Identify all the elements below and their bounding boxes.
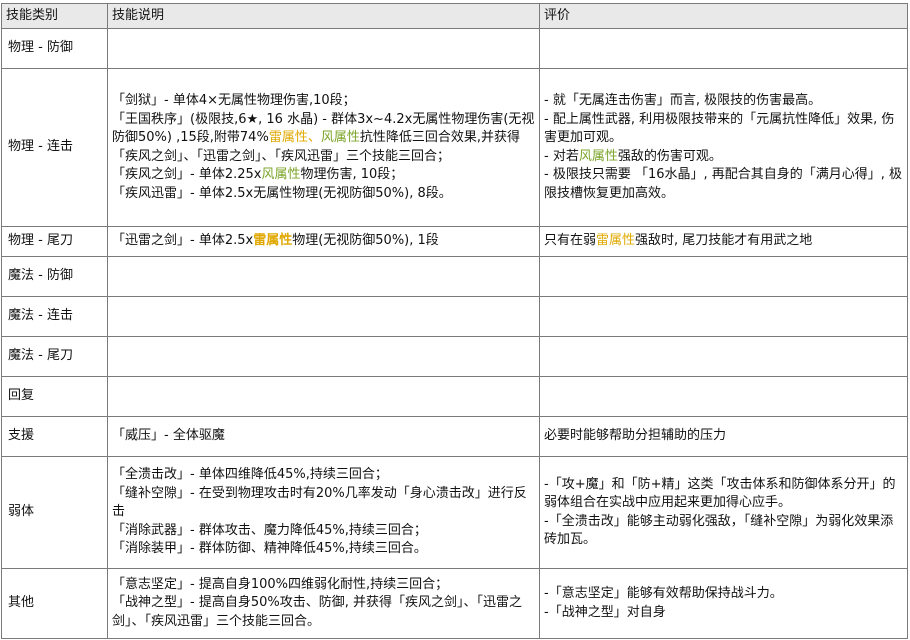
table-row: 物理 - 尾刀 「迅雷之剑」- 单体2.5x雷属性物理(无视防御50%), 1段… <box>1 226 908 257</box>
eval-text: 强敌时, 尾刀技能才有用武之地 <box>635 233 813 249</box>
eval-line: -「意志坚定」能够有效帮助保持战斗力。 <box>544 586 783 601</box>
table-row: 物理 - 连击 「剑狱」- 单体4×无属性物理伤害,10段； 「王国秩序」(极限… <box>1 68 908 227</box>
category-cell: 物理 - 尾刀 <box>1 226 108 257</box>
table-row: 魔法 - 连击 <box>1 296 908 337</box>
header-description: 技能说明 <box>107 3 540 29</box>
evaluation-cell <box>539 296 908 337</box>
header-category: 技能类别 <box>1 3 108 29</box>
skill-line: 「剑狱」- 单体4×无属性物理伤害,10段； <box>112 93 356 108</box>
skill-text: 物理(无视防御50%), 1段 <box>292 233 439 249</box>
category-cell: 物理 - 防御 <box>1 28 108 69</box>
category-cell: 弱体 <box>1 456 108 569</box>
evaluation-cell <box>539 256 908 297</box>
category-cell: 魔法 - 连击 <box>1 296 108 337</box>
skill-line: 「缝补空隙」- 在受到物理攻击时有20%几率发动「身心溃击改」进行反击 <box>112 485 527 520</box>
evaluation-cell: - 就「无属连击伤害」而言, 极限技的伤害最高。 - 配上属性武器, 利用极限技… <box>539 68 908 227</box>
evaluation-cell: 必要时能够帮助分担辅助的压力 <box>539 416 908 457</box>
eval-line: -「战神之型」对自身 <box>544 604 666 620</box>
eval-text: 强敌的伤害可观。 <box>617 148 722 164</box>
description-cell <box>107 376 540 417</box>
category-cell: 回复 <box>1 376 108 417</box>
wind-attribute-text: 风属性 <box>261 167 301 182</box>
category-cell: 物理 - 连击 <box>1 68 108 227</box>
skill-line: 「疾风迅雷」- 单体2.5x无属性物理(无视防御50%), 8段。 <box>112 185 452 201</box>
skill-line: 「战神之型」- 提高自身50%攻击、防御, 并获得「疾风之剑」、「迅雷之剑」、「… <box>112 595 522 629</box>
description-cell: 「威压」- 全体驱魔 <box>107 416 540 457</box>
category-cell: 魔法 - 尾刀 <box>1 336 108 377</box>
table-row: 魔法 - 尾刀 <box>1 336 908 377</box>
category-cell: 支援 <box>1 416 108 457</box>
eval-line: - 极限技只需要 「16水晶」, 再配合其自身的「满月心得」, 极限技槽恢复更加… <box>544 167 903 201</box>
description-cell <box>107 296 540 337</box>
eval-line: -「攻+魔」和「防+精」这类「攻击体系和防御体系分开」的弱体组合在实战中应用起来… <box>544 476 896 511</box>
thunder-attribute-text: 雷属性 <box>253 233 293 249</box>
table-row: 回复 <box>1 376 908 417</box>
description-cell: 「迅雷之剑」- 单体2.5x雷属性物理(无视防御50%), 1段 <box>107 226 540 257</box>
eval-line: - 就「无属连击伤害」而言, 极限技的伤害最高。 <box>544 93 822 108</box>
evaluation-cell: -「攻+魔」和「防+精」这类「攻击体系和防御体系分开」的弱体组合在实战中应用起来… <box>539 456 908 569</box>
category-cell: 其他 <box>1 568 108 639</box>
wind-attribute-text: 风属性 <box>578 148 618 164</box>
skill-line: 「王国秩序」(极限技,6★, 16 水晶) - 群体3x~4.2x无属性物理伤害… <box>112 111 535 167</box>
table-row: 物理 - 防御 <box>1 28 908 69</box>
table-row: 支援 「威压」- 全体驱魔 必要时能够帮助分担辅助的压力 <box>1 416 908 457</box>
description-cell <box>107 28 540 69</box>
eval-text: 只有在弱 <box>544 233 597 249</box>
wind-attribute-text: 风属性 <box>320 130 360 145</box>
description-cell: 「意志坚定」- 提高自身100%四维弱化耐性,持续三回合； 「战神之型」- 提高… <box>107 568 540 639</box>
eval-line: - 对若风属性强敌的伤害可观。 <box>544 148 903 167</box>
table-row: 弱体 「全溃击改」- 单体四维降低45%,持续三回合； 「缝补空隙」- 在受到物… <box>1 456 908 569</box>
skill-text: 「迅雷之剑」- 单体2.5x <box>112 233 254 249</box>
thunder-attribute-text: 雷属性 <box>268 130 308 145</box>
evaluation-cell: -「意志坚定」能够有效帮助保持战斗力。 -「战神之型」对自身 <box>539 568 908 639</box>
skill-table: 技能类别 技能说明 评价 物理 - 防御 物理 - 连击 「剑狱」- 单体4×无… <box>1 3 908 639</box>
skill-text: 物理伤害, 10段； <box>300 167 404 182</box>
eval-line: - 配上属性武器, 利用极限技带来的「元属抗性降低」效果, 伤害更加可观。 <box>544 111 895 146</box>
evaluation-cell: 只有在弱雷属性强敌时, 尾刀技能才有用武之地 <box>539 226 908 257</box>
thunder-attribute-text: 雷属性 <box>596 233 636 249</box>
category-cell: 魔法 - 防御 <box>1 256 108 297</box>
skill-line: 「疾风之剑」- 单体2.25x风属性物理伤害, 10段； <box>112 166 535 185</box>
evaluation-cell <box>539 336 908 377</box>
skill-line: 「意志坚定」- 提高自身100%四维弱化耐性,持续三回合； <box>112 576 449 592</box>
description-cell <box>107 256 540 297</box>
header-row: 技能类别 技能说明 评价 <box>1 3 908 29</box>
header-evaluation: 评价 <box>539 3 908 29</box>
skill-text: 「疾风之剑」- 单体2.25x <box>112 167 262 182</box>
description-cell <box>107 336 540 377</box>
eval-text: - 对若 <box>544 148 579 164</box>
table-row: 魔法 - 防御 <box>1 256 908 297</box>
eval-line: -「全溃击改」能够主动弱化强敌，「缝补空隙」为弱化效果添砖加瓦。 <box>544 513 894 548</box>
skill-line: 「消除装甲」- 群体防御、精神降低45%,持续三回合。 <box>112 541 427 557</box>
evaluation-cell <box>539 376 908 417</box>
table-row: 其他 「意志坚定」- 提高自身100%四维弱化耐性,持续三回合； 「战神之型」-… <box>1 568 908 639</box>
description-cell: 「全溃击改」- 单体四维降低45%,持续三回合； 「缝补空隙」- 在受到物理攻击… <box>107 456 540 569</box>
skill-line: 「全溃击改」- 单体四维降低45%,持续三回合； <box>112 467 388 483</box>
description-cell: 「剑狱」- 单体4×无属性物理伤害,10段； 「王国秩序」(极限技,6★, 16… <box>107 68 540 227</box>
evaluation-cell <box>539 28 908 69</box>
separator-text: 、 <box>307 130 321 145</box>
skill-line: 「消除武器」- 群体攻击、魔力降低45%,持续三回合； <box>112 522 427 538</box>
